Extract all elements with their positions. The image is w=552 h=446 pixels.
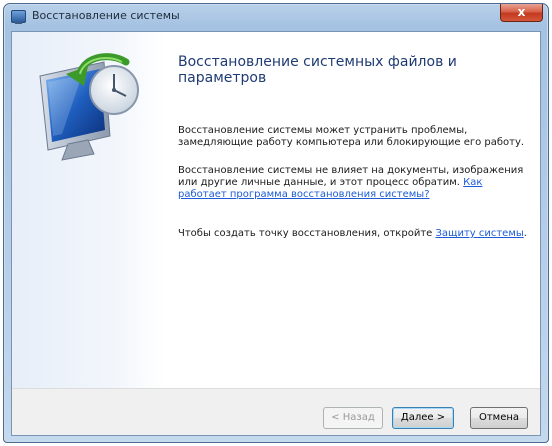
button-bar: < Назад Далее > Отмена — [12, 388, 540, 435]
page-heading: Восстановление системных файлов и параме… — [178, 54, 457, 86]
create-point-end: . — [523, 228, 527, 239]
window-icon — [11, 10, 26, 24]
close-icon: x — [517, 5, 526, 19]
window-title: Восстановление системы — [32, 9, 180, 22]
system-restore-window: Восстановление системы x Восстановление … — [3, 3, 549, 443]
back-button-label: < Назад — [331, 412, 375, 423]
cancel-button-label: Отмена — [478, 412, 520, 423]
next-button[interactable]: Далее > — [392, 407, 454, 429]
back-button[interactable]: < Назад — [323, 407, 383, 429]
close-button[interactable]: x — [500, 4, 543, 22]
system-protection-link[interactable]: Защиту системы — [435, 228, 523, 239]
cancel-button[interactable]: Отмена — [470, 407, 528, 429]
left-banner — [12, 32, 164, 388]
info-paragraph: Восстановление системы не влияет на доку… — [178, 165, 528, 201]
system-restore-icon — [39, 53, 139, 161]
create-point-paragraph: Чтобы создать точку восстановления, откр… — [178, 228, 528, 240]
next-button-label: Далее > — [400, 412, 446, 423]
title-bar[interactable]: Восстановление системы x — [4, 4, 548, 28]
dialog-client-area: Восстановление системных файлов и параме… — [11, 31, 541, 436]
create-point-text: Чтобы создать точку восстановления, откр… — [178, 228, 436, 239]
intro-paragraph: Восстановление системы может устранить п… — [178, 125, 525, 148]
